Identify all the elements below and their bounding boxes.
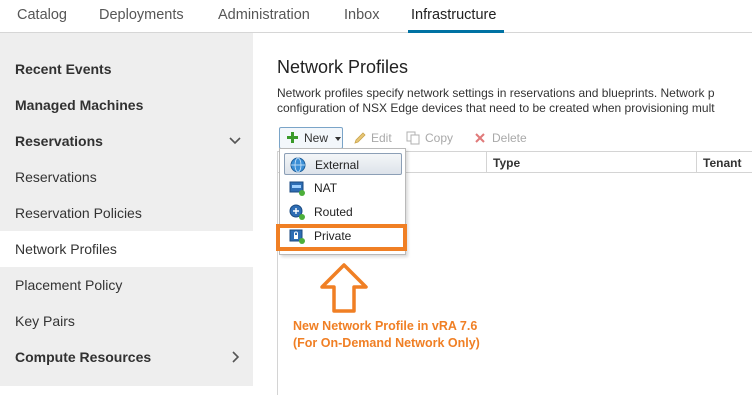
sidebar-item-reservation-policies[interactable]: Reservation Policies (15, 205, 142, 221)
delete-x-icon (475, 133, 485, 143)
caret-down-icon (335, 137, 341, 141)
column-tenant[interactable]: Tenant (703, 156, 741, 170)
delete-button[interactable]: Delete (492, 131, 527, 145)
sidebar-item-recent-events[interactable]: Recent Events (15, 61, 111, 77)
nat-icon (289, 181, 305, 196)
new-button-label: New (304, 131, 329, 145)
tab-inbox[interactable]: Inbox (344, 7, 379, 23)
tab-administration[interactable]: Administration (218, 7, 310, 23)
annotation-line-2: (For On-Demand Network Only) (293, 336, 480, 350)
annotation-line-1: New Network Profile in vRA 7.6 (293, 319, 478, 333)
page-title: Network Profiles (277, 57, 409, 77)
sidebar-item-placement-policy[interactable]: Placement Policy (15, 277, 122, 293)
new-button[interactable]: New (279, 127, 343, 149)
top-navigation: Catalog Deployments Administration Inbox… (0, 0, 752, 33)
plus-icon (287, 132, 298, 143)
column-separator (486, 152, 487, 172)
tab-deployments[interactable]: Deployments (99, 7, 184, 23)
tab-catalog[interactable]: Catalog (17, 7, 67, 23)
menu-item-label: NAT (314, 181, 338, 195)
grid-left-border (277, 151, 278, 395)
up-arrow-icon (320, 263, 368, 313)
description-line-1: Network profiles specify network setting… (277, 86, 715, 100)
page-description: Network profiles specify network setting… (277, 86, 752, 116)
routed-icon (289, 204, 305, 220)
sidebar-item-reservations[interactable]: Reservations (15, 169, 97, 185)
menu-item-label: Routed (314, 205, 353, 219)
pencil-icon (354, 132, 366, 144)
globe-icon (290, 157, 306, 173)
sidebar-group-reservations[interactable]: Reservations (15, 133, 103, 149)
chevron-down-icon[interactable] (228, 134, 242, 148)
sidebar-item-key-pairs[interactable]: Key Pairs (15, 313, 75, 329)
tab-infrastructure[interactable]: Infrastructure (411, 7, 496, 23)
menu-item-routed[interactable]: Routed (284, 201, 402, 223)
annotation-note: New Network Profile in vRA 7.6 (For On-D… (293, 318, 480, 352)
edit-button[interactable]: Edit (371, 131, 392, 145)
sidebar: Recent Events Managed Machines Reservati… (0, 33, 253, 386)
menu-item-nat[interactable]: NAT (284, 177, 402, 199)
column-type[interactable]: Type (493, 156, 520, 170)
sidebar-group-compute-resources[interactable]: Compute Resources (15, 349, 151, 365)
copy-button[interactable]: Copy (425, 131, 453, 145)
menu-item-label: External (315, 158, 360, 172)
menu-item-external[interactable]: External (284, 153, 402, 175)
description-line-2: configuration of NSX Edge devices that n… (277, 101, 715, 115)
copy-icon (406, 131, 420, 145)
private-highlight-box (276, 224, 407, 251)
column-separator (696, 152, 697, 172)
chevron-right-icon[interactable] (228, 350, 242, 364)
sidebar-item-network-profiles[interactable]: Network Profiles (15, 241, 117, 257)
sidebar-item-managed-machines[interactable]: Managed Machines (15, 97, 143, 113)
vra-page: Catalog Deployments Administration Inbox… (0, 0, 752, 395)
